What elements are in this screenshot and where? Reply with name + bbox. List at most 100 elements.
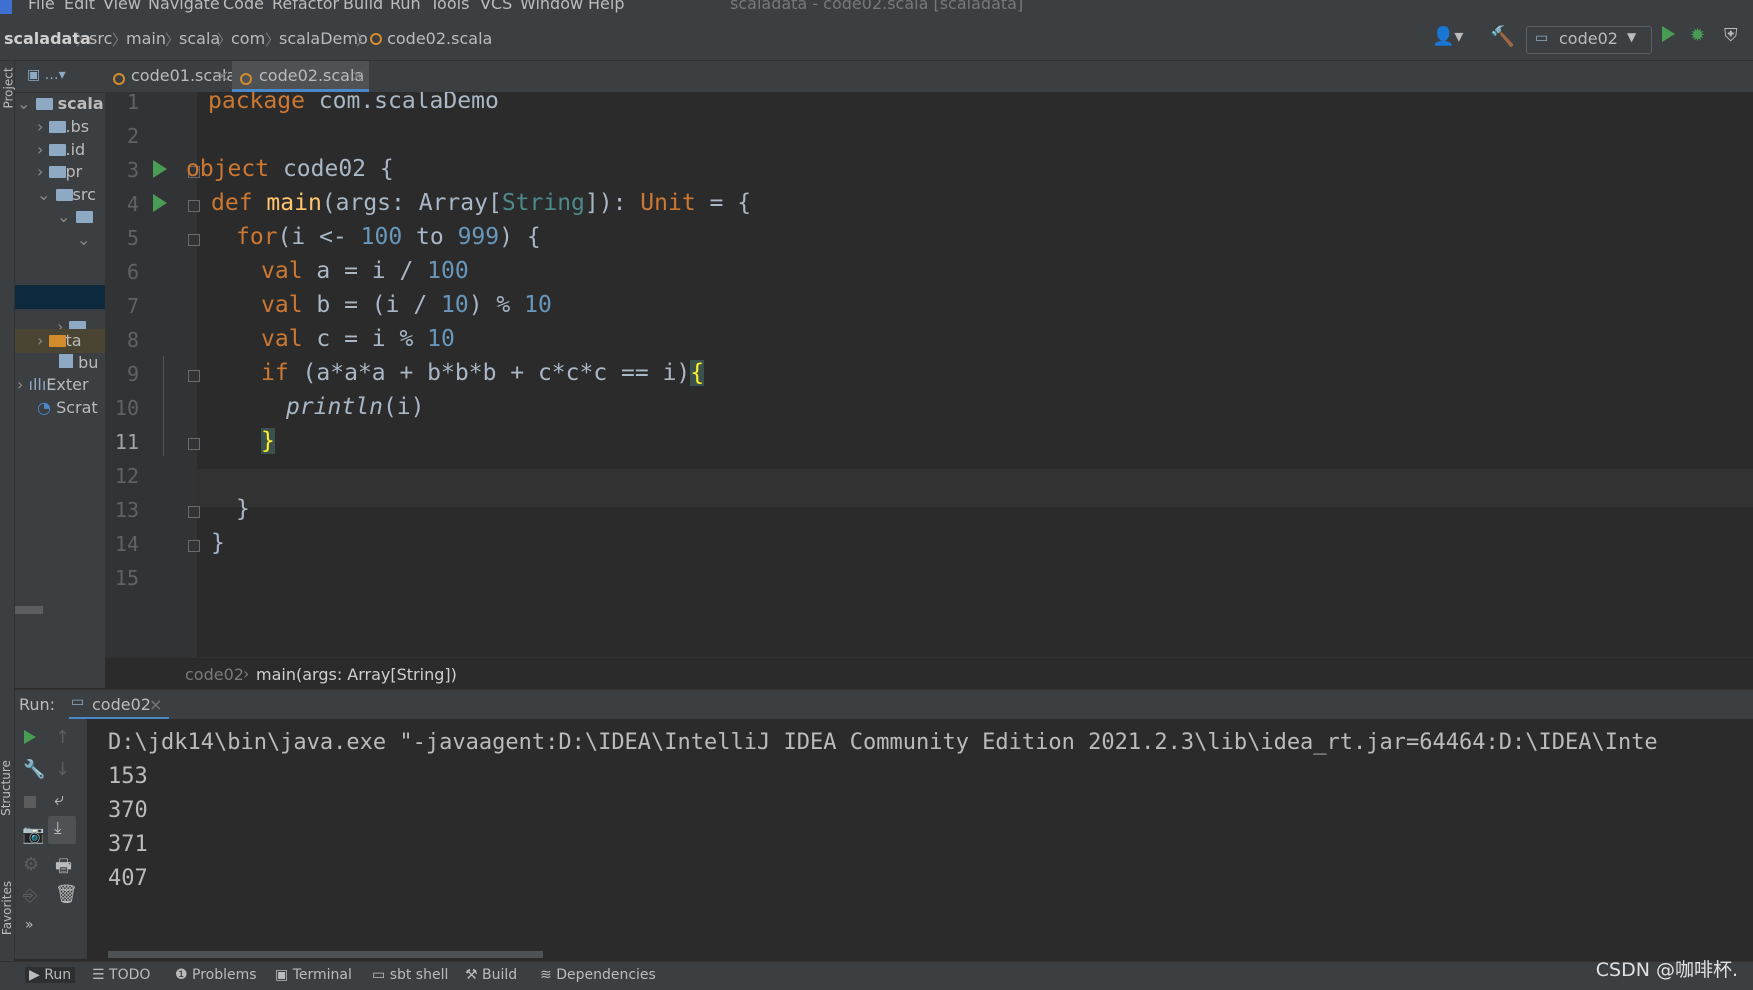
fold-icon[interactable] [188,234,200,246]
fold-icon[interactable] [188,540,200,552]
tree-item-scala-dir[interactable]: ⌄ [77,230,90,255]
breadcrumb-main[interactable]: main [126,29,166,48]
left-tool-strip: Project Structure Favorites [0,61,16,961]
horizontal-scrollbar[interactable] [15,606,43,614]
project-view-icon[interactable]: ▣ …▾ [27,67,66,83]
code-editor[interactable]: 1 2 3 4 5 6 7 8 9 10 11 12 13 14 15 pack… [105,92,1753,658]
fold-icon[interactable] [188,506,200,518]
terminal-icon: ▣ [275,967,289,983]
scroll-to-end-button[interactable]: ⤓ [48,816,76,844]
close-icon[interactable]: × [351,66,364,85]
bottom-tab-terminal[interactable]: ▣ Terminal [275,967,352,983]
menu-tools[interactable]: Tools [430,0,469,13]
tree-selected-row[interactable] [15,285,105,309]
fold-icon[interactable] [188,438,200,450]
tree-item-main[interactable]: ⌄ [57,207,93,232]
print-icon[interactable]: 🖶 [55,854,72,884]
menu-code[interactable]: Code [223,0,264,13]
rerun-icon[interactable] [24,730,36,744]
folder-icon [55,189,73,201]
menu-window[interactable]: Window [520,0,583,13]
menu-run[interactable]: Run [390,0,421,13]
breadcrumb-object[interactable]: code02 [185,665,244,684]
close-icon[interactable]: × [216,66,229,85]
console-horizontal-scrollbar[interactable] [108,951,543,958]
menu-refactor[interactable]: Refactor [272,0,339,13]
line-number: 1 [126,92,139,114]
run-gutter-icon[interactable] [153,194,167,212]
arrow-down-icon[interactable]: ↓ [55,759,70,780]
run-panel-label: Run: [19,695,56,714]
breadcrumb-scalademo[interactable]: scalaDemo [279,29,368,48]
settings-icon[interactable]: ⚙ [23,854,39,875]
fold-icon[interactable] [188,370,200,382]
menu-edit[interactable]: Edit [64,0,95,13]
tree-item-project[interactable]: › pr [37,162,82,187]
console-output[interactable]: D:\jdk14\bin\java.exe "-javaagent:D:\IDE… [87,719,1753,959]
folder-icon [48,144,66,156]
tree-item-scratches[interactable]: ◔ Scrat [37,398,98,423]
menu-view[interactable]: View [103,0,141,13]
favorites-tool-tab[interactable]: Favorites [0,881,14,935]
folder-icon [48,166,66,178]
fold-icon[interactable] [188,200,200,212]
more-icon[interactable]: » [25,917,34,933]
code-line-6: val a = i / 100 [261,258,469,284]
debug-icon[interactable]: ✹ [1690,25,1705,46]
line-number: 4 [126,192,139,216]
bottom-tab-run[interactable]: ▶ Run [25,967,76,983]
wrench-icon[interactable]: 🔧 [23,759,45,780]
trash-icon[interactable]: 🗑 [55,884,78,905]
project-tool-tab[interactable]: Project [2,67,16,108]
breadcrumb-src[interactable]: src [89,29,112,48]
file-icon [59,354,73,368]
breadcrumb-file[interactable]: code02.scala [370,29,492,48]
line-number: 12 [114,464,139,488]
structure-tool-tab[interactable]: Structure [0,760,13,816]
menu-help[interactable]: Help [588,0,624,13]
run-icon: ▶ [29,967,40,983]
sbt-icon: ▭ [372,967,386,983]
console-line: 371 [108,832,148,857]
menu-file[interactable]: File [28,0,55,13]
list-icon: ☰ [92,967,105,983]
run-config-select[interactable]: ▭ code02 ▼ [1526,26,1652,54]
line-number: 9 [126,362,139,386]
breadcrumb-scala[interactable]: scala [179,29,220,48]
exit-icon[interactable]: ⎆ [23,885,37,906]
tab-code02[interactable]: code02.scala × [232,61,369,92]
user-icon[interactable]: 👤▾ [1432,26,1463,47]
code-line-9: if (a*a*a + b*b*b + c*c*c == i){ [261,360,705,386]
bottom-tab-problems[interactable]: ❶ Problems [175,967,257,983]
library-icon: ıllı [28,375,47,394]
arrow-up-icon[interactable]: ↑ [55,727,70,748]
camera-icon[interactable]: 📷 [22,824,44,845]
tree-item-root[interactable]: ⌄ scala [17,94,104,119]
bottom-tab-todo[interactable]: ☰ TODO [92,967,150,983]
tree-item-bsp[interactable]: › .bs [37,117,89,142]
stop-icon[interactable] [24,796,36,808]
bottom-tab-dependencies[interactable]: ≋ Dependencies [540,967,656,983]
soft-wrap-icon[interactable]: ⤶ [54,789,64,810]
scala-file-icon [370,33,382,45]
menu-build[interactable]: Build [343,0,383,13]
run-gutter-icon[interactable] [153,160,167,178]
close-icon[interactable]: × [149,695,162,714]
menu-navigate[interactable]: Navigate [148,0,220,13]
tree-item-external-libraries[interactable]: › ıllıExter [17,375,89,400]
breadcrumb-com[interactable]: com [231,29,265,48]
window-title: scaladata - code02.scala [scaladata] [730,0,1024,13]
tab-code01[interactable]: code01.scala × [105,61,236,92]
coverage-icon[interactable]: ⛨ [1724,25,1738,46]
code-line-7: val b = (i / 10) % 10 [261,292,552,318]
breadcrumb-method[interactable]: main(args: Array[String]) [256,665,457,684]
navigation-bar: scaladata 〉 src 〉 main 〉 scala 〉 com 〉 s… [0,20,1753,61]
build-hammer-icon[interactable]: 🔨 [1490,24,1515,48]
bottom-tab-build[interactable]: ⚒ Build [465,967,517,983]
bottom-tab-sbt-shell[interactable]: ▭ sbt shell [372,967,448,983]
menu-vcs[interactable]: VCS [480,0,512,13]
console-line: 370 [108,798,148,823]
line-number: 14 [114,532,139,556]
run-icon[interactable] [1662,26,1675,42]
run-tab-code02[interactable]: ▭ code02 × [69,690,169,720]
